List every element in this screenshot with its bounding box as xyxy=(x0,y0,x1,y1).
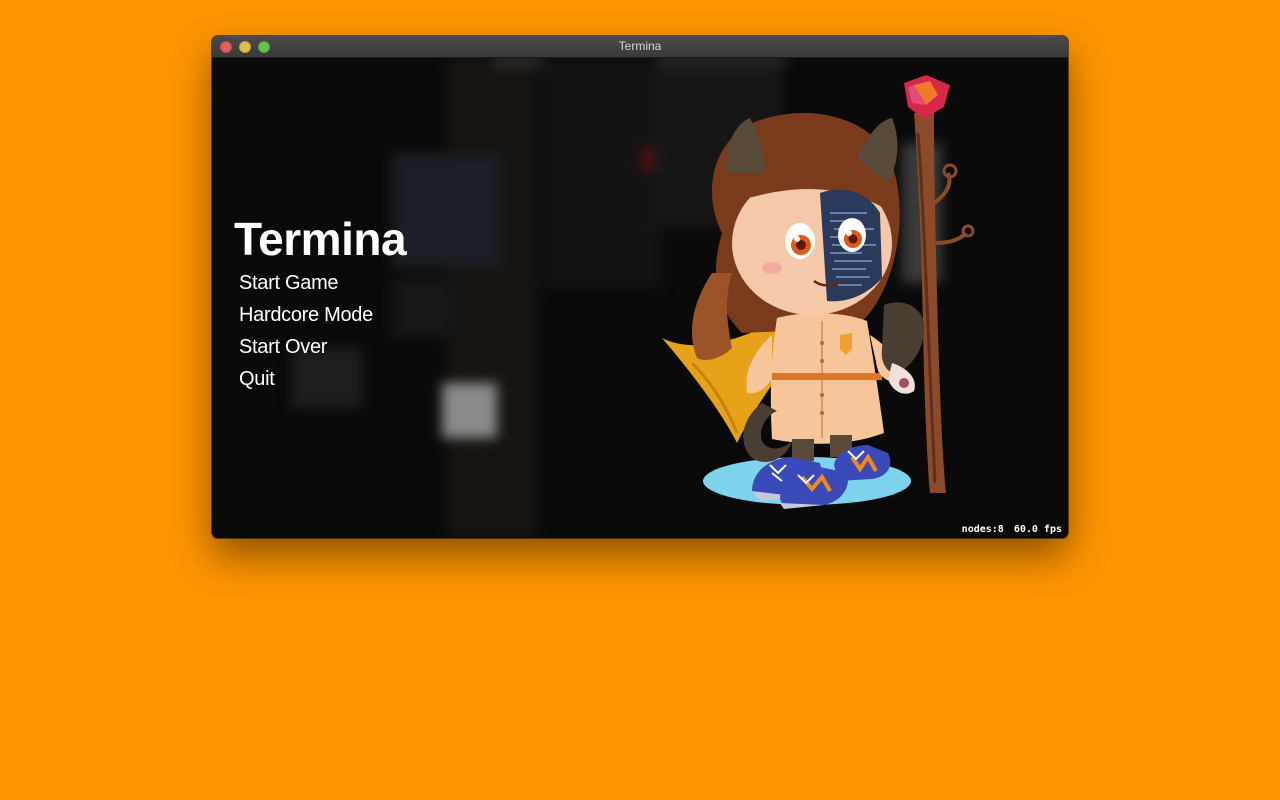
game-title: Termina xyxy=(234,213,407,265)
octocat-wizard-character xyxy=(662,75,975,509)
hand xyxy=(881,302,925,374)
wizard-staff xyxy=(914,113,975,493)
menu-item-quit[interactable]: Quit xyxy=(234,363,406,395)
menu-item-hardcore-mode[interactable]: Hardcore Mode xyxy=(234,299,406,331)
debug-stats: nodes:8 60.0 fps xyxy=(952,524,1062,535)
window-title: Termina xyxy=(618,39,662,53)
main-menu: Termina Start Game Hardcore Mode Start O… xyxy=(234,213,407,395)
window-titlebar[interactable]: Termina xyxy=(212,36,1068,58)
game-scene: Termina Start Game Hardcore Mode Start O… xyxy=(212,58,1068,538)
game-window: Termina Termina Start Game Hardcore Mode… xyxy=(212,36,1068,538)
fps-counter: 60.0 fps xyxy=(1013,524,1062,535)
node-count: nodes:8 xyxy=(961,524,1004,535)
menu-item-start-game[interactable]: Start Game xyxy=(234,267,406,299)
menu-item-start-over[interactable]: Start Over xyxy=(234,331,406,363)
